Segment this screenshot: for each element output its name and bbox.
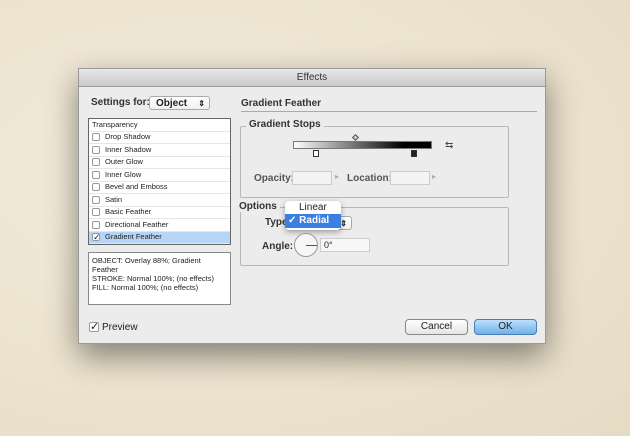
location-label: Location: bbox=[347, 173, 392, 184]
effect-checkbox[interactable] bbox=[92, 183, 100, 192]
location-arrow-icon[interactable]: ▸ bbox=[432, 172, 436, 181]
options-label: Options bbox=[236, 201, 280, 212]
type-option-radial[interactable]: ✓ Radial bbox=[285, 214, 341, 228]
options-group bbox=[240, 207, 509, 266]
effect-item-outer-glow[interactable]: Outer Glow bbox=[89, 157, 230, 169]
effect-item-inner-shadow[interactable]: Inner Shadow bbox=[89, 144, 230, 157]
effect-checkbox[interactable] bbox=[92, 158, 100, 167]
effect-item-basic-feather[interactable]: Basic Feather bbox=[89, 207, 230, 219]
settings-for-label: Settings for: bbox=[91, 97, 150, 108]
opacity-arrow-icon[interactable]: ▸ bbox=[335, 172, 339, 181]
effect-checkbox[interactable] bbox=[92, 195, 100, 204]
effect-label: Outer Glow bbox=[105, 157, 143, 166]
updown-arrow-icon: ⇕ bbox=[340, 219, 347, 228]
location-field[interactable] bbox=[390, 171, 430, 185]
preview-checkbox[interactable]: ✓ bbox=[89, 322, 99, 333]
effect-label: Directional Feather bbox=[105, 219, 169, 229]
preview-label: Preview bbox=[102, 322, 138, 333]
gradient-stops-label: Gradient Stops bbox=[246, 119, 324, 130]
effect-label: Transparency bbox=[92, 119, 138, 129]
type-dropdown-menu: Linear ✓ Radial bbox=[285, 201, 341, 230]
effect-item-bevel-and-emboss[interactable]: Bevel and Emboss bbox=[89, 182, 230, 194]
effect-item-gradient-feather[interactable]: ✓ Gradient Feather bbox=[89, 231, 230, 244]
dialog-title: Effects bbox=[79, 69, 545, 87]
summary-stroke: STROKE: Normal 100%; (no effects) bbox=[92, 274, 214, 283]
effects-dialog: Effects Settings for: Object ⇕ Transparen… bbox=[78, 68, 546, 344]
type-option-radial-label: Radial bbox=[299, 215, 330, 226]
updown-arrow-icon: ⇕ bbox=[198, 99, 205, 108]
effect-item-directional-feather[interactable]: Directional Feather bbox=[89, 219, 230, 232]
gradient-stop-black[interactable] bbox=[411, 150, 417, 157]
reverse-gradient-icon[interactable]: ⇆ bbox=[445, 140, 453, 151]
effect-label: Inner Shadow bbox=[105, 144, 152, 154]
ok-button[interactable]: OK bbox=[474, 319, 537, 335]
type-option-linear[interactable]: Linear bbox=[285, 201, 341, 214]
effect-label: Satin bbox=[105, 194, 123, 204]
effect-checkbox[interactable] bbox=[92, 145, 100, 154]
angle-dial[interactable] bbox=[294, 233, 318, 257]
effect-summary: OBJECT: Overlay 88%; Gradient Feather ST… bbox=[88, 252, 231, 305]
effect-item-drop-shadow[interactable]: Drop Shadow bbox=[89, 132, 230, 144]
settings-for-value: Object bbox=[156, 98, 188, 109]
effect-checkbox[interactable] bbox=[92, 133, 100, 142]
effect-item-inner-glow[interactable]: Inner Glow bbox=[89, 169, 230, 182]
effect-label: Drop Shadow bbox=[105, 132, 151, 141]
angle-field[interactable]: 0° bbox=[320, 238, 370, 252]
effect-checkbox[interactable] bbox=[92, 170, 100, 179]
opacity-field[interactable] bbox=[292, 171, 332, 185]
effect-label: Basic Feather bbox=[105, 207, 152, 216]
summary-fill: FILL: Normal 100%; (no effects) bbox=[92, 283, 199, 292]
effect-label: Bevel and Emboss bbox=[105, 182, 168, 191]
divider bbox=[241, 111, 537, 112]
panel-title: Gradient Feather bbox=[241, 98, 322, 109]
effect-item-transparency[interactable]: Transparency bbox=[89, 119, 230, 132]
opacity-label: Opacity: bbox=[254, 173, 295, 184]
checkmark-icon: ✓ bbox=[288, 215, 300, 226]
effects-list: Transparency Drop Shadow Inner Shadow Outer… bbox=[88, 118, 231, 245]
settings-for-select[interactable]: Object ⇕ bbox=[149, 96, 210, 110]
summary-object: OBJECT: Overlay 88%; Gradient Feather bbox=[92, 256, 201, 274]
effect-label: Gradient Feather bbox=[105, 232, 162, 241]
effect-label: Inner Glow bbox=[105, 169, 142, 179]
cancel-button[interactable]: Cancel bbox=[405, 319, 468, 335]
effect-checkbox[interactable]: ✓ bbox=[92, 233, 101, 242]
gradient-stop-white[interactable] bbox=[313, 150, 319, 157]
angle-label: Angle: bbox=[262, 241, 294, 252]
effect-checkbox[interactable] bbox=[92, 208, 100, 217]
gradient-stops-group bbox=[240, 126, 509, 198]
gradient-ramp[interactable] bbox=[293, 141, 432, 149]
effect-checkbox[interactable] bbox=[92, 220, 100, 229]
effect-item-satin[interactable]: Satin bbox=[89, 194, 230, 207]
